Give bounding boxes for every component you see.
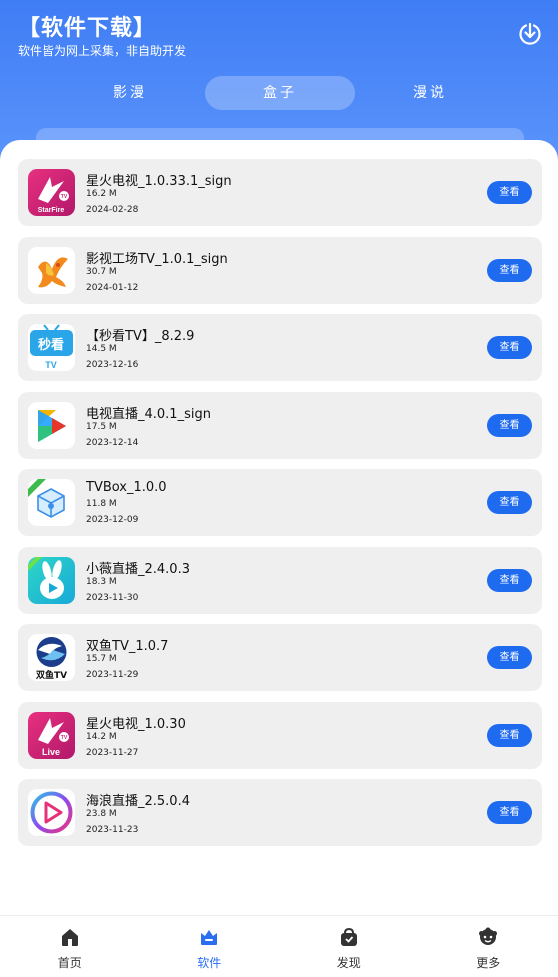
list-item[interactable]: TVBox_1.0.0 11.8 M 2023-12-09 查看 (18, 469, 542, 536)
list-item[interactable]: 海浪直播_2.5.0.4 23.8 M 2023-11-23 查看 (18, 779, 542, 846)
view-button[interactable]: 查看 (487, 723, 532, 747)
fish-tv-icon: 双鱼TV (28, 634, 75, 681)
software-icon (198, 926, 220, 948)
miaokan-tv-icon: 秒看 TV (28, 324, 75, 371)
nav-item-home[interactable]: 首页 (0, 916, 140, 977)
app-name: 小薇直播_2.4.0.3 (86, 561, 190, 577)
app-date: 2023-11-27 (86, 747, 139, 758)
app-date: 2023-12-09 (86, 515, 139, 525)
app-size: 14.2 M (86, 731, 117, 742)
list-item[interactable]: TV StarFire 星火电视_1.0.33.1_sign 16.2 M 20… (18, 159, 542, 226)
app-size: 30.7 M (86, 266, 117, 277)
nav-item-software[interactable]: 软件 (140, 916, 280, 977)
app-size: 15.7 M (86, 654, 117, 664)
view-button[interactable]: 查看 (487, 413, 532, 437)
app-name: 星火电视_1.0.33.1_sign (86, 174, 232, 189)
page-title: 【软件下载】 (18, 16, 157, 41)
phoenix-icon (28, 246, 75, 294)
view-button[interactable]: 查看 (487, 336, 532, 359)
nav-label: 发现 (336, 956, 361, 970)
download-icon[interactable] (516, 20, 544, 48)
nav-item-more[interactable]: 更多 (419, 916, 558, 977)
app-name: 【秒看TV】_8.2.9 (86, 329, 195, 344)
starfire-tv-icon: TV StarFire (28, 169, 75, 216)
view-button[interactable]: 查看 (487, 258, 532, 282)
list-item[interactable]: 影视工场TV_1.0.1_sign 30.7 M 2024-01-12 查看 (18, 236, 542, 304)
app-name: 双鱼TV_1.0.7 (86, 639, 169, 654)
list-item[interactable]: 电视直播_4.0.1_sign 17.5 M 2023-12-14 查看 (18, 391, 542, 459)
more-icon (477, 926, 499, 948)
nav-label: 首页 (57, 956, 82, 970)
rabbit-icon (28, 556, 75, 604)
app-size: 14.5 M (86, 344, 117, 354)
tab-hezi[interactable]: 盒子 (205, 76, 355, 110)
app-size: 23.8 M (86, 809, 117, 819)
tab-yingman[interactable]: 影漫 (55, 76, 205, 110)
starfire-live-icon: TV Live (28, 711, 75, 759)
app-name: 电视直播_4.0.1_sign (86, 406, 211, 422)
app-date: 2023-12-14 (86, 437, 139, 448)
view-button[interactable]: 查看 (487, 646, 532, 669)
app-date: 2024-02-28 (86, 205, 139, 215)
cube-box-icon (28, 479, 75, 526)
list-item[interactable]: 双鱼TV 双鱼TV_1.0.7 15.7 M 2023-11-29 查看 (18, 624, 542, 691)
nav-item-discover[interactable]: 发现 (279, 916, 419, 977)
app-date: 2023-12-16 (86, 360, 139, 370)
svg-text:TV: TV (61, 735, 68, 741)
svg-text:TV: TV (45, 360, 57, 370)
nav-label: 软件 (197, 956, 222, 970)
app-list: TV StarFire 星火电视_1.0.33.1_sign 16.2 M 20… (18, 159, 542, 857)
tab-manshuo[interactable]: 漫说 (355, 76, 505, 110)
svg-text:双鱼TV: 双鱼TV (36, 669, 67, 681)
content-panel: TV StarFire 星火电视_1.0.33.1_sign 16.2 M 20… (0, 140, 558, 915)
view-button[interactable]: 查看 (487, 568, 532, 592)
app-date: 2023-11-29 (86, 670, 139, 680)
svg-text:Live: Live (42, 747, 60, 757)
svg-text:StarFire: StarFire (38, 207, 65, 214)
app-date: 2024-01-12 (86, 282, 139, 293)
list-item[interactable]: 秒看 TV 【秒看TV】_8.2.9 14.5 M 2023-12-16 查看 (18, 314, 542, 381)
list-item[interactable]: 小薇直播_2.4.0.3 18.3 M 2023-11-30 查看 (18, 546, 542, 614)
view-button[interactable]: 查看 (487, 181, 532, 204)
app-size: 11.8 M (86, 499, 117, 509)
list-item[interactable]: TV Live 星火电视_1.0.30 14.2 M 2023-11-27 查看 (18, 701, 542, 769)
page-subtitle: 软件皆为网上采集，非自助开发 (18, 44, 187, 58)
app-date: 2023-11-23 (86, 825, 139, 835)
app-name: 星火电视_1.0.30 (86, 716, 186, 732)
app-size: 18.3 M (86, 576, 117, 587)
app-name: TVBox_1.0.0 (86, 480, 167, 495)
view-button[interactable]: 查看 (487, 491, 532, 514)
app-date: 2023-11-30 (86, 592, 139, 603)
app-name: 影视工场TV_1.0.1_sign (86, 251, 228, 267)
app-size: 16.2 M (86, 189, 117, 199)
bag-icon (338, 926, 360, 948)
view-button[interactable]: 查看 (487, 801, 532, 824)
app-size: 17.5 M (86, 421, 117, 432)
category-tabs: 影漫 盒子 漫说 (55, 76, 505, 110)
svg-text:TV: TV (61, 194, 68, 200)
home-icon (59, 926, 81, 948)
app-name: 海浪直播_2.5.0.4 (86, 794, 190, 809)
nav-label: 更多 (476, 956, 501, 970)
play-logo-icon (28, 401, 75, 449)
bottom-nav: 首页 软件 发现 更多 (0, 915, 558, 977)
svg-text:秒看: 秒看 (38, 337, 64, 353)
play-circle-icon (28, 789, 75, 836)
